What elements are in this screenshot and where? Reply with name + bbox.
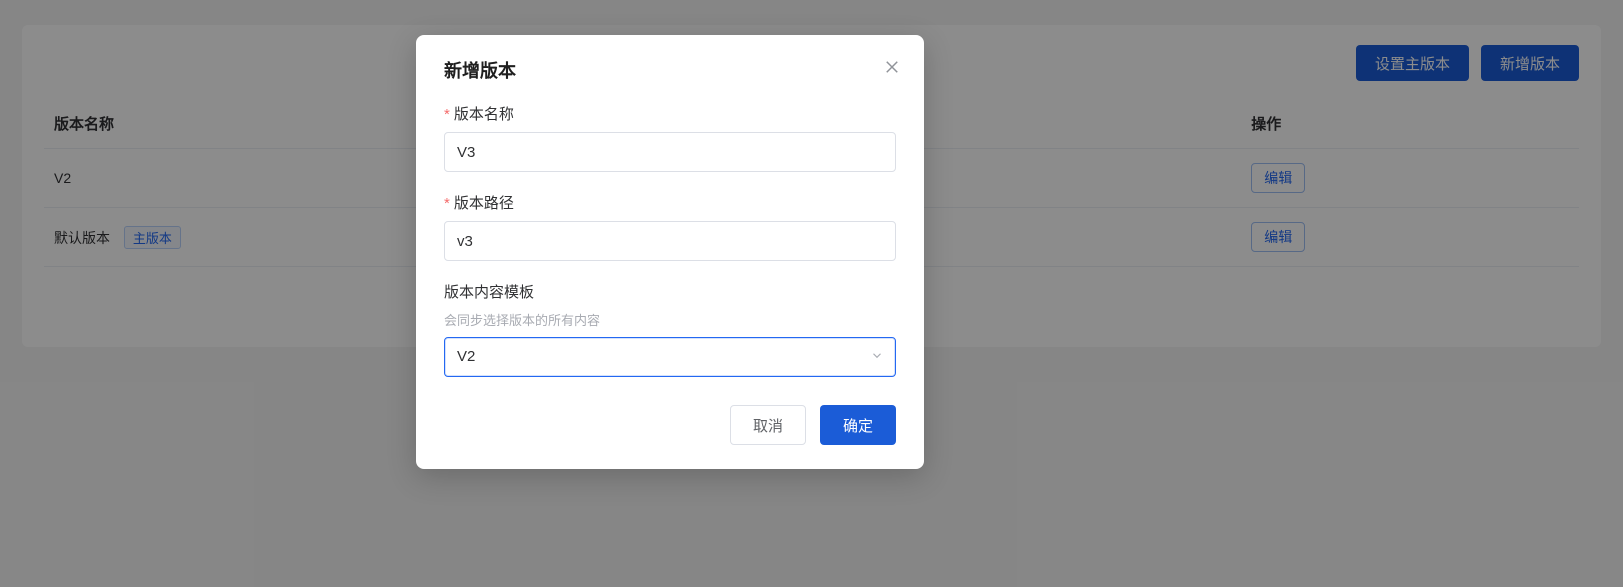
close-icon[interactable]: [880, 55, 904, 79]
chevron-down-icon: [870, 349, 884, 366]
template-select[interactable]: V2: [444, 337, 896, 377]
add-version-modal: 新增版本 *版本名称 *版本路径 版本内容模板 会同步选择版本的所有内容 V2 …: [416, 35, 924, 469]
version-name-label-text: 版本名称: [454, 106, 514, 123]
version-path-label-text: 版本路径: [454, 195, 514, 212]
version-name-label: *版本名称: [444, 103, 896, 124]
template-label: 版本内容模板: [444, 281, 896, 302]
modal-title: 新增版本: [444, 57, 896, 83]
template-select-value: V2: [457, 348, 475, 365]
version-name-input[interactable]: [444, 132, 896, 172]
version-path-input[interactable]: [444, 221, 896, 261]
version-path-label: *版本路径: [444, 192, 896, 213]
template-hint: 会同步选择版本的所有内容: [444, 310, 896, 329]
cancel-button[interactable]: 取消: [730, 405, 806, 445]
confirm-button[interactable]: 确定: [820, 405, 896, 445]
